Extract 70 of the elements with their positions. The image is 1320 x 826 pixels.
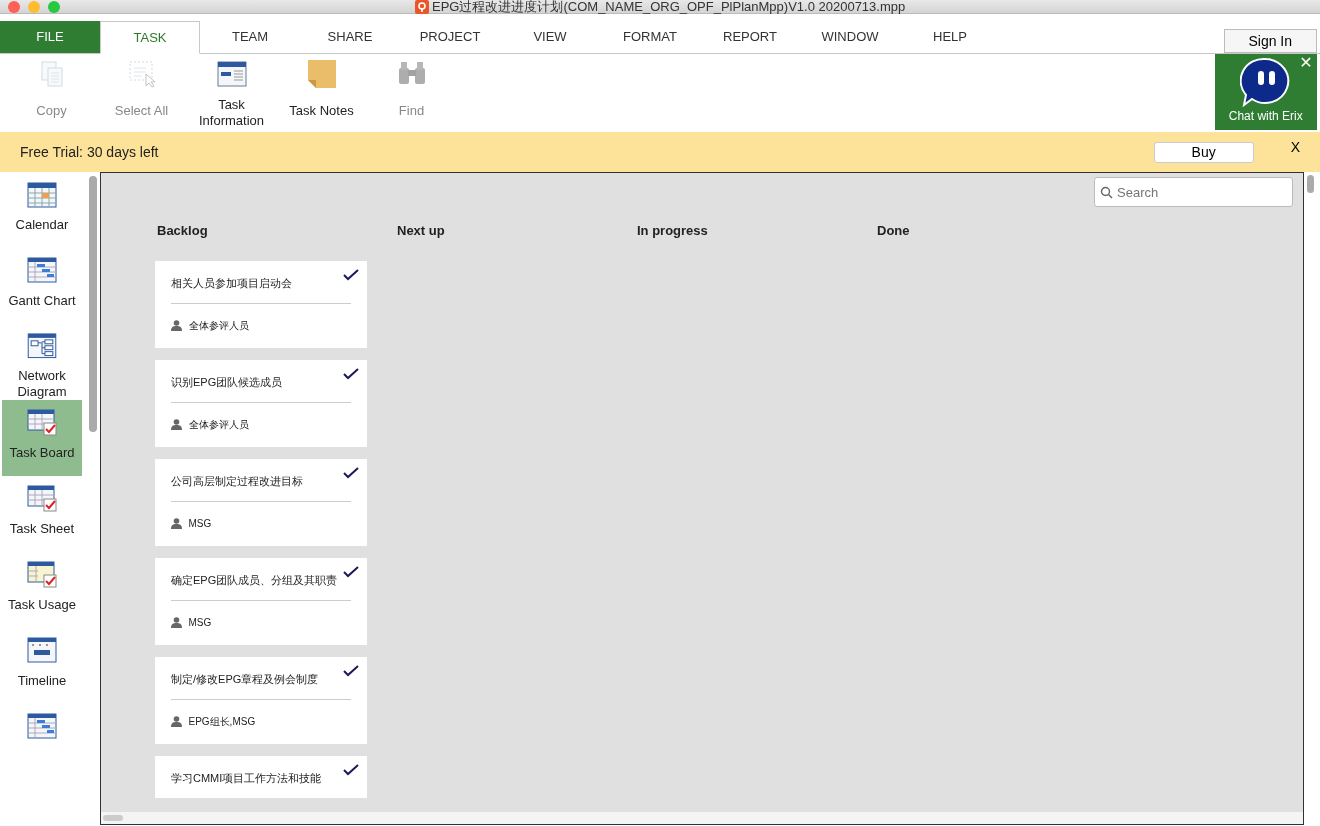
toolbar-button[interactable]: Task Notes: [276, 54, 367, 129]
sign-in-button[interactable]: Sign In: [1223, 29, 1317, 53]
window-form-icon: [215, 58, 248, 90]
ribbon-tab[interactable]: FORMAT: [600, 21, 700, 53]
task-card[interactable]: 公司高层制定过程改进目标 MSG: [155, 458, 367, 546]
trial-message: Free Trial: 30 days left: [20, 142, 160, 162]
person-icon: [171, 419, 182, 430]
task-card[interactable]: 确定EPG团队成员、分组及其职责 MSG: [155, 557, 367, 645]
ribbon-tab[interactable]: HELP: [900, 21, 1000, 53]
scrollbar-thumb[interactable]: [103, 815, 123, 821]
person-icon: [171, 320, 182, 331]
close-button[interactable]: ✕: [1299, 54, 1313, 72]
assignee-text: 全体参评人员: [188, 319, 249, 333]
ribbon-tab[interactable]: REPORT: [700, 21, 800, 53]
assignee-text: EPG组长,MSG: [188, 715, 256, 729]
task-card[interactable]: 识别EPG团队候选成员 全体参评人员: [155, 359, 367, 447]
sidebar-item[interactable]: Gantt Chart: [2, 248, 82, 324]
person-icon: [171, 716, 182, 727]
sidebar-item[interactable]: Timeline: [2, 628, 82, 704]
chat-bubble-icon: [1239, 57, 1292, 108]
sidebar-item[interactable]: Network Diagram: [2, 324, 82, 400]
ribbon-tab[interactable]: TEAM: [200, 21, 300, 53]
timeline-icon: [26, 634, 58, 666]
scrollbar-thumb[interactable]: [89, 176, 97, 432]
task-card[interactable]: 制定/修改EPG章程及例会制度 EPG组长,MSG: [155, 656, 367, 744]
task-board-icon: [26, 406, 58, 438]
sidebar-item[interactable]: Task Board: [2, 400, 82, 476]
column-title: Next up: [397, 222, 446, 240]
chat-panel[interactable]: ✕ Chat with Erix: [1214, 54, 1317, 130]
assignee-text: 全体参评人员: [188, 418, 249, 432]
person-icon: [171, 518, 182, 529]
ribbon-tab[interactable]: VIEW: [500, 21, 600, 53]
scrollbar-thumb[interactable]: [1307, 175, 1315, 194]
column-title: Done: [877, 222, 911, 240]
sidebar-item[interactable]: Calendar: [2, 172, 82, 248]
card-title: 识别EPG团队候选成员: [171, 359, 351, 403]
buy-button[interactable]: Buy: [1153, 141, 1254, 163]
close-button[interactable]: X: [1290, 136, 1300, 158]
person-icon: [171, 617, 182, 628]
chat-label: Chat with Erix: [1228, 108, 1303, 126]
app-icon: [414, 0, 429, 14]
task-usage-icon: [26, 558, 58, 590]
file-menu-button[interactable]: FILE: [0, 21, 100, 53]
column-title: In progress: [637, 222, 709, 240]
ribbon-tab[interactable]: SHARE: [300, 21, 400, 53]
card-title: 相关人员参加项目启动会: [171, 260, 351, 304]
maximize-window-icon[interactable]: [48, 1, 60, 13]
task-card[interactable]: 相关人员参加项目启动会 全体参评人员: [155, 260, 367, 348]
ribbon-tab[interactable]: PROJECT: [400, 21, 500, 53]
assignee-text: MSG: [188, 616, 212, 630]
close-window-icon[interactable]: [8, 1, 20, 13]
card-title: 确定EPG团队成员、分组及其职责: [171, 557, 351, 601]
card-title: 学习CMMI项目工作方法和技能: [171, 755, 351, 798]
window-title: EPG过程改进进度计划(COM_NAME_ORG_OPF_PlPlanMpp)V1.0 20200713.mpp: [432, 0, 906, 14]
task-card[interactable]: 学习CMMI项目工作方法和技能: [155, 755, 367, 798]
column-title: Backlog: [157, 222, 209, 240]
assignee-text: MSG: [188, 517, 212, 531]
ribbon-tab[interactable]: TASK: [100, 21, 200, 54]
sidebar-item[interactable]: Task Sheet: [2, 476, 82, 552]
card-title: 制定/修改EPG章程及例会制度: [171, 656, 351, 700]
card-title: 公司高层制定过程改进目标: [171, 458, 351, 502]
sidebar-item[interactable]: Task Usage: [2, 552, 82, 628]
search-field[interactable]: Search: [1094, 177, 1293, 207]
sticky-note-icon: [305, 58, 338, 90]
gantt-chart-icon: [26, 710, 58, 742]
task-sheet-icon: [26, 482, 58, 514]
gantt-chart-icon: [26, 254, 58, 286]
search-icon: [1100, 186, 1113, 199]
ribbon-tab[interactable]: WINDOW: [800, 21, 900, 53]
minimize-window-icon[interactable]: [28, 1, 40, 13]
